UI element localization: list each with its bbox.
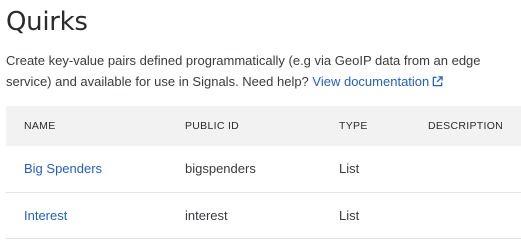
table-header: NAME PUBLIC ID TYPE DESCRIPTION <box>6 106 521 146</box>
cell-type: List <box>321 192 410 239</box>
external-link-icon <box>432 76 443 87</box>
cell-public-id: interest <box>167 192 321 239</box>
quirks-table: NAME PUBLIC ID TYPE DESCRIPTION Big Spen… <box>6 106 521 239</box>
quirk-name-link[interactable]: Big Spenders <box>24 161 102 176</box>
view-documentation-label: View documentation <box>312 74 430 89</box>
column-header-name[interactable]: NAME <box>6 106 167 146</box>
cell-description <box>410 192 521 239</box>
column-header-description[interactable]: DESCRIPTION <box>410 106 521 146</box>
column-header-public-id[interactable]: PUBLIC ID <box>167 106 321 146</box>
cell-name: Interest <box>6 192 167 239</box>
quirk-name-link[interactable]: Interest <box>24 208 67 223</box>
page-title: Quirks <box>6 7 88 37</box>
cell-type: List <box>321 146 410 193</box>
view-documentation-link[interactable]: View documentation <box>312 74 443 89</box>
column-header-type[interactable]: TYPE <box>321 106 410 146</box>
cell-name: Big Spenders <box>6 146 167 193</box>
cell-description <box>410 146 521 193</box>
cell-public-id: bigspenders <box>167 146 321 193</box>
table-header-row: NAME PUBLIC ID TYPE DESCRIPTION <box>6 106 521 146</box>
page-description: Create key-value pairs defined programma… <box>6 50 518 92</box>
table-row[interactable]: Interest interest List <box>6 192 521 239</box>
table-body: Big Spenders bigspenders List Interest i… <box>6 146 521 239</box>
table-row[interactable]: Big Spenders bigspenders List <box>6 146 521 193</box>
quirks-page: Quirks Create key-value pairs defined pr… <box>0 0 521 250</box>
